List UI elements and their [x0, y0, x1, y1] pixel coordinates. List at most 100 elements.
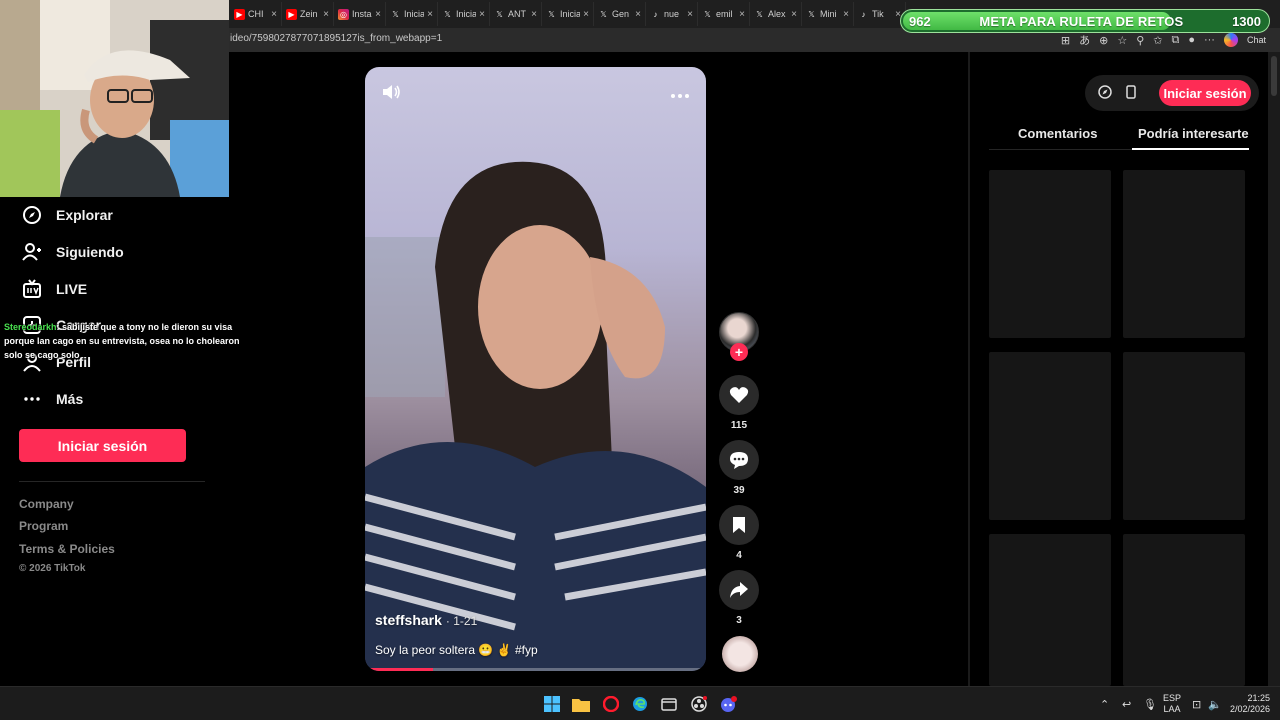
suggested-video-card[interactable]: [989, 534, 1111, 686]
suggested-video-card[interactable]: [1123, 534, 1245, 686]
close-tab-icon[interactable]: ×: [687, 9, 693, 20]
tray-app-icon[interactable]: ↩: [1122, 698, 1131, 711]
tray-overflow-icon[interactable]: ⌃: [1100, 698, 1109, 711]
browser-tab-title: Alex: [768, 9, 786, 19]
header-login-button[interactable]: Iniciar sesión: [1159, 80, 1251, 106]
sidebar-item-mas[interactable]: Más: [22, 389, 83, 409]
close-tab-icon[interactable]: ×: [843, 9, 849, 20]
chat-username: Stereodarkh: [4, 322, 57, 332]
edge-icon[interactable]: [631, 695, 649, 713]
close-tab-icon[interactable]: ×: [323, 9, 329, 20]
suggested-video-card[interactable]: [1123, 352, 1245, 520]
mobile-device-icon[interactable]: [1123, 84, 1139, 100]
suggested-video-card[interactable]: [989, 170, 1111, 338]
x-icon: 𝕏: [444, 9, 451, 19]
zoom-icon[interactable]: ⊕: [1099, 34, 1108, 47]
clock-time: 21:25: [1247, 693, 1270, 703]
scrollbar-thumb[interactable]: [1271, 56, 1277, 96]
favorite-star-icon[interactable]: ☆: [1117, 34, 1127, 47]
opera-icon[interactable]: [602, 695, 620, 713]
browser-tab[interactable]: 𝕏 Alex ×: [750, 2, 802, 26]
footer-link-program[interactable]: Program: [19, 519, 68, 533]
browser-tab[interactable]: 𝕏 Mini ×: [802, 2, 854, 26]
obs-icon[interactable]: [690, 695, 708, 713]
browser-tab[interactable]: ♪ Tik ×: [854, 2, 906, 26]
url-field[interactable]: ideo/7598027877071895127is_from_webapp=1: [230, 33, 442, 44]
clock[interactable]: 21:25 2/02/2026: [1228, 693, 1270, 715]
compass-icon: [22, 205, 42, 225]
close-tab-icon[interactable]: ×: [271, 9, 277, 20]
close-tab-icon[interactable]: ×: [375, 9, 381, 20]
collections-icon[interactable]: ⧉: [1171, 34, 1179, 47]
profile-avatar-icon[interactable]: ●: [1188, 34, 1195, 46]
x-icon: 𝕏: [600, 9, 607, 19]
browser-tab-title: emil: [716, 9, 733, 19]
extensions-icon[interactable]: ⚲: [1136, 34, 1144, 47]
author-username[interactable]: steffshark: [375, 612, 442, 628]
video-author[interactable]: steffshark · 1-21: [375, 612, 477, 628]
footer-link-company[interactable]: Company: [19, 497, 74, 511]
media-player-icon[interactable]: [660, 695, 678, 713]
music-disc[interactable]: [722, 636, 758, 672]
close-tab-icon[interactable]: ×: [479, 9, 485, 20]
browser-tab[interactable]: ♪ nue ×: [646, 2, 698, 26]
sidebar-item-label: Más: [56, 391, 84, 407]
footer-link-terms[interactable]: Terms & Policies: [19, 542, 115, 556]
close-tab-icon[interactable]: ×: [583, 9, 589, 20]
sidebar-item-label: Siguiendo: [56, 244, 124, 260]
browser-tab[interactable]: ◎ Insta ×: [334, 2, 386, 26]
login-button[interactable]: Iniciar sesión: [19, 429, 186, 462]
windows-start-icon[interactable]: [543, 695, 561, 713]
browser-tab-title: Inicia: [560, 9, 581, 19]
browser-tab[interactable]: 𝕏 Inicia ×: [542, 2, 594, 26]
comment-button[interactable]: [719, 440, 759, 480]
browser-tab[interactable]: ▶ CHI ×: [230, 2, 282, 26]
video-progress-bar[interactable]: [365, 668, 706, 671]
x-icon: 𝕏: [704, 9, 711, 19]
favorites-icon[interactable]: ✩: [1153, 34, 1162, 47]
browser-tab[interactable]: 𝕏 Inicia ×: [386, 2, 438, 26]
language-indicator[interactable]: ESP LAA: [1163, 693, 1181, 715]
goal-title: META PARA RULETA DE RETOS: [979, 13, 1184, 29]
video-player[interactable]: steffshark · 1-21 Soy la peor soltera 😬 ✌…: [365, 67, 706, 671]
tab-comentarios[interactable]: Comentarios: [1018, 126, 1097, 141]
file-explorer-icon[interactable]: [572, 695, 590, 713]
close-tab-icon[interactable]: ×: [427, 9, 433, 20]
suggested-video-card[interactable]: [1123, 170, 1245, 338]
share-button[interactable]: [719, 570, 759, 610]
browser-tab[interactable]: 𝕏 Inicia ×: [438, 2, 490, 26]
apps-icon[interactable]: ⊞: [1061, 34, 1070, 47]
copilot-icon[interactable]: [1223, 33, 1238, 47]
video-more-options-icon[interactable]: [670, 83, 690, 106]
close-tab-icon[interactable]: ×: [791, 9, 797, 20]
sidebar-item-live[interactable]: LIVE: [22, 279, 87, 299]
page-scrollbar[interactable]: [1268, 52, 1280, 686]
translate-icon[interactable]: あ: [1079, 32, 1090, 48]
tab-podria-interesarte[interactable]: Podría interesarte: [1138, 126, 1249, 141]
active-tab-indicator: [1132, 148, 1249, 150]
suggested-video-card[interactable]: [989, 352, 1111, 520]
sidebar-item-siguiendo[interactable]: Siguiendo: [22, 242, 124, 262]
browser-tab[interactable]: ▶ Zein ×: [282, 2, 334, 26]
comment-icon: [730, 452, 748, 469]
volume-icon[interactable]: [381, 83, 401, 106]
network-icon[interactable]: ⊡: [1192, 698, 1201, 711]
follow-plus-icon[interactable]: +: [730, 343, 748, 361]
discord-icon[interactable]: [719, 695, 737, 713]
save-button[interactable]: [719, 505, 759, 545]
sidebar-item-explorar[interactable]: Explorar: [22, 205, 113, 225]
microphone-icon[interactable]: 🎙: [1143, 698, 1157, 711]
close-tab-icon[interactable]: ×: [531, 9, 537, 20]
browser-tab[interactable]: 𝕏 Gen ×: [594, 2, 646, 26]
browser-tab[interactable]: 𝕏emil ×: [698, 2, 750, 26]
close-tab-icon[interactable]: ×: [635, 9, 641, 20]
goal-target: 1300: [1232, 13, 1261, 29]
explore-compass-icon[interactable]: [1097, 84, 1113, 100]
like-button[interactable]: [719, 375, 759, 415]
close-tab-icon[interactable]: ×: [739, 9, 745, 20]
volume-tray-icon[interactable]: 🔈: [1208, 698, 1222, 711]
browser-tab-title: Zein: [300, 9, 318, 19]
browser-tab[interactable]: 𝕏 ANT ×: [490, 2, 542, 26]
browser-menu-icon[interactable]: ···: [1204, 34, 1215, 46]
chat-label[interactable]: Chat: [1247, 35, 1266, 45]
